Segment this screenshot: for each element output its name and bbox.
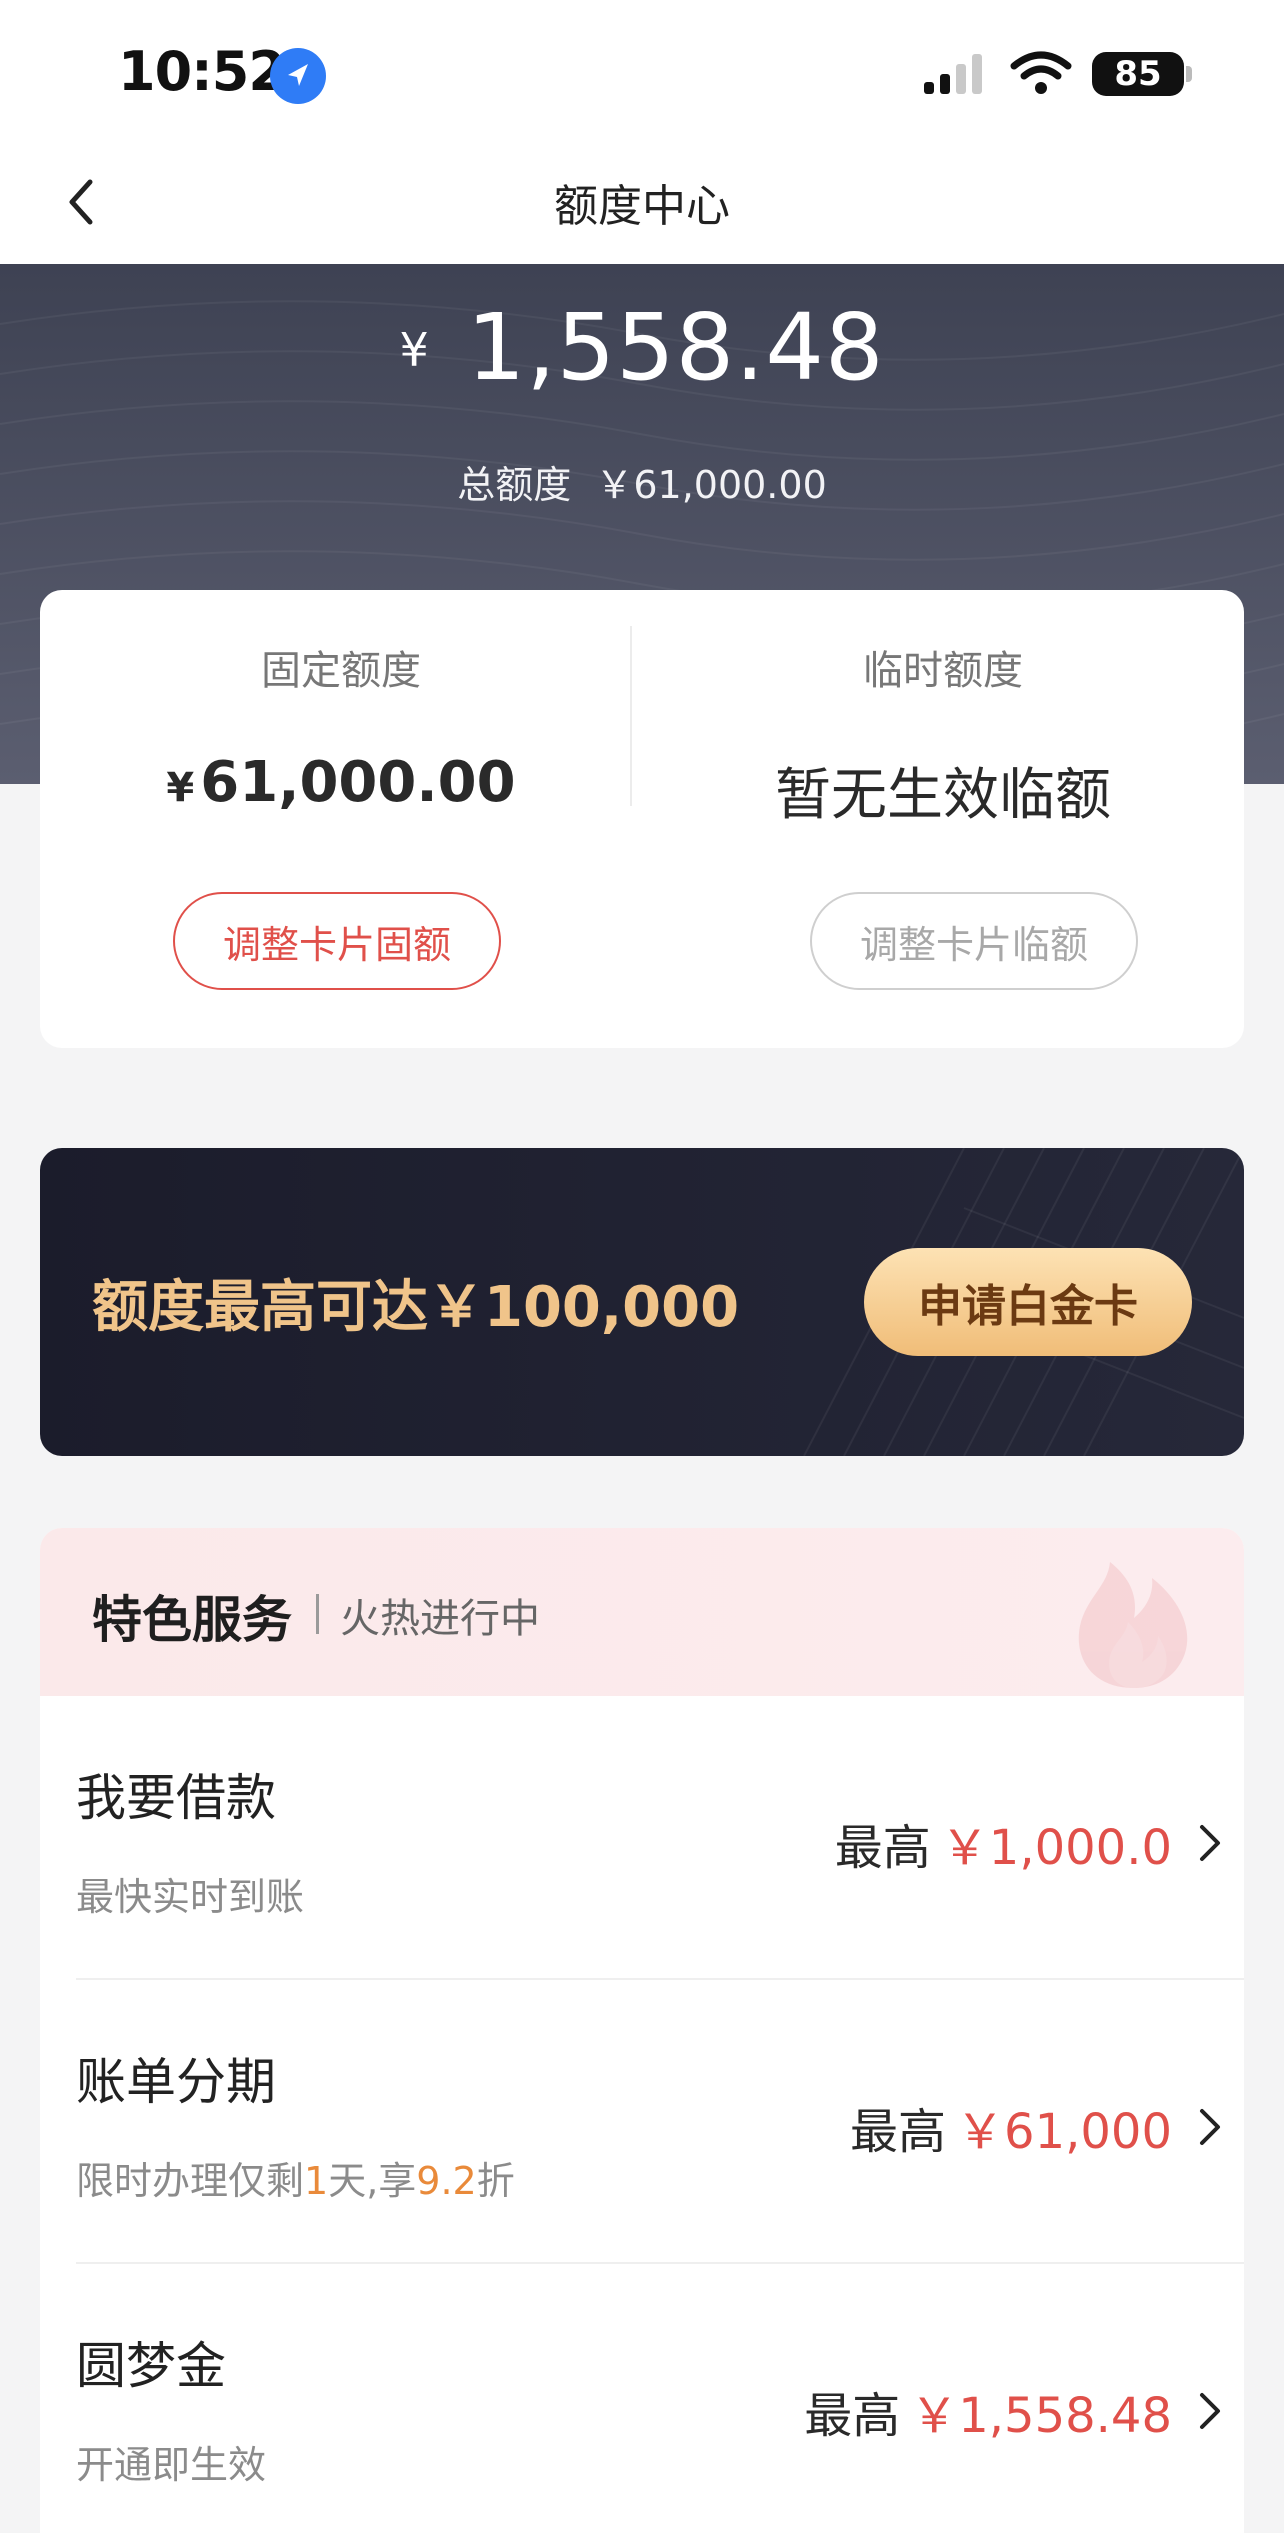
adjust-fixed-limit-button[interactable]: 调整卡片固额 — [173, 892, 501, 990]
service-description: 开通即生效 — [76, 2443, 267, 2487]
featured-services: 特色服务 火热进行中 我要借款 最快实时到账 最高 ￥1,000.0 账单分期 … — [40, 1528, 1244, 2533]
fixed-limit-label: 固定额度 — [261, 648, 421, 694]
limit-divider — [630, 626, 632, 806]
desc-text-b: 天,享 — [328, 2159, 417, 2203]
service-item-loan[interactable]: 我要借款 最快实时到账 最高 ￥1,000.0 — [40, 1696, 1244, 1980]
available-amount-row: ¥ 1,558.48 — [0, 294, 1284, 401]
desc-text-a: 限时办理仅剩 — [76, 2159, 305, 2203]
apply-platinum-card-button[interactable]: 申请白金卡 — [864, 1248, 1192, 1356]
service-max-prefix: 最高 — [804, 2388, 901, 2444]
fixed-limit-section: 固定额度 ¥61,000.00 调整卡片固额 — [40, 590, 642, 1048]
fixed-limit-currency: ¥ — [166, 765, 195, 811]
page-title: 额度中心 — [554, 181, 730, 232]
total-limit: 总额度 ￥61,000.00 — [0, 454, 1284, 509]
adjust-temporary-limit-button[interactable]: 调整卡片临额 — [810, 892, 1138, 990]
battery-tip — [1186, 66, 1192, 82]
chevron-right-icon — [1200, 1825, 1220, 1861]
battery-level: 85 — [1114, 54, 1162, 94]
service-item-dream-fund[interactable]: 圆梦金 开通即生效 最高 ￥1,558.48 — [40, 2264, 1244, 2533]
desc-discount: 9.2 — [416, 2159, 477, 2203]
service-amount: ￥61,000 — [956, 2104, 1172, 2160]
temporary-limit-value: 暂无生效临额 — [775, 763, 1111, 828]
services-subtitle: 火热进行中 — [340, 1596, 540, 1642]
platinum-card-banner[interactable]: 额度最高可达￥100,000 申请白金卡 — [40, 1148, 1244, 1456]
status-time: 10:52 — [118, 40, 286, 103]
service-max-amount: 最高 ￥61,000 — [850, 2092, 1230, 2162]
location-arrow-icon — [270, 48, 326, 104]
total-limit-label: 总额度 — [457, 463, 572, 507]
services-title: 特色服务 — [92, 1591, 292, 1649]
service-amount: ￥1,000.0 — [940, 1820, 1172, 1876]
chevron-right-icon — [1200, 2109, 1220, 2145]
service-max-prefix: 最高 — [850, 2104, 947, 2160]
desc-text-c: 折 — [476, 2159, 515, 2203]
fixed-limit-amount: 61,000.00 — [200, 750, 516, 815]
flame-icon — [1078, 1562, 1188, 1688]
service-name: 圆梦金 — [76, 2337, 226, 2395]
chevron-right-icon — [1200, 2393, 1220, 2429]
platinum-limit-text: 额度最高可达￥100,000 — [92, 1275, 740, 1340]
service-max-amount: 最高 ￥1,000.0 — [835, 1808, 1230, 1878]
service-amount: ￥1,558.48 — [910, 2388, 1172, 2444]
service-description: 最快实时到账 — [76, 1875, 305, 1919]
temporary-limit-section: 临时额度 暂无生效临额 调整卡片临额 — [642, 590, 1244, 1048]
limits-card: 固定额度 ¥61,000.00 调整卡片固额 临时额度 暂无生效临额 调整卡片临… — [40, 590, 1244, 1048]
currency-symbol: ¥ — [399, 323, 429, 377]
wifi-icon — [1010, 50, 1072, 100]
services-header: 特色服务 火热进行中 — [40, 1528, 1244, 1696]
service-description: 限时办理仅剩1天,享9.2折 — [76, 2150, 515, 2205]
service-max-amount: 最高 ￥1,558.48 — [804, 2376, 1230, 2446]
desc-days-remaining: 1 — [304, 2159, 329, 2203]
nav-bar: 额度中心 — [0, 140, 1284, 264]
service-max-prefix: 最高 — [834, 1820, 931, 1876]
battery-icon: 85 — [1092, 52, 1184, 96]
services-title-separator — [316, 1594, 319, 1634]
temporary-limit-label: 临时额度 — [863, 648, 1023, 694]
available-amount: 1,558.48 — [466, 294, 885, 401]
total-limit-value: ￥61,000.00 — [595, 463, 827, 507]
service-name: 账单分期 — [76, 2053, 276, 2111]
status-bar: 10:52 85 — [0, 0, 1284, 140]
service-item-installment[interactable]: 账单分期 限时办理仅剩1天,享9.2折 最高 ￥61,000 — [40, 1980, 1244, 2264]
cellular-signal-icon — [922, 52, 992, 102]
fixed-limit-value: ¥61,000.00 — [40, 750, 642, 815]
service-name: 我要借款 — [76, 1769, 276, 1827]
